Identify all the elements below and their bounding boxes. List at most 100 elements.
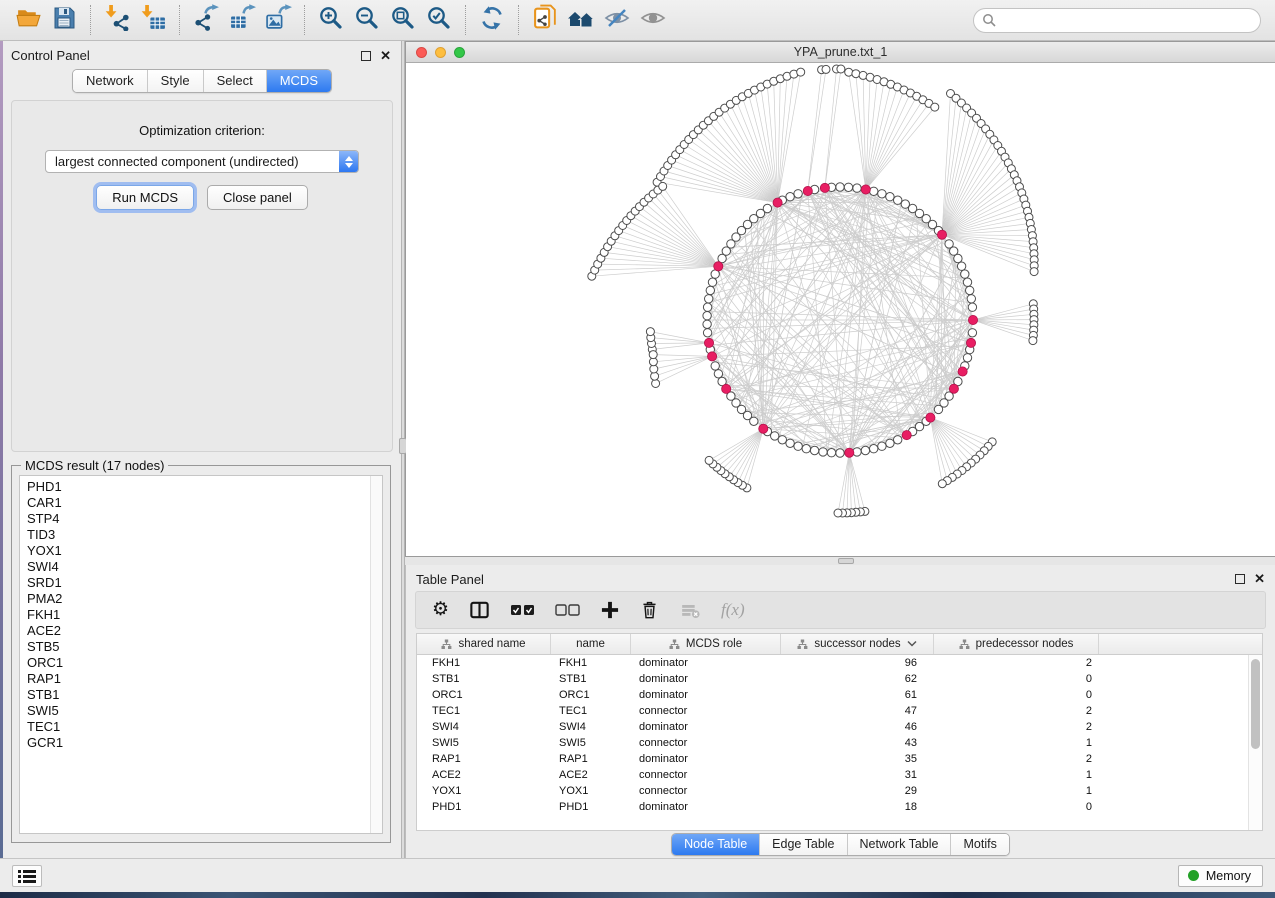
table-row[interactable]: YOX1YOX1connector291	[417, 783, 1262, 799]
delete-column-trash-icon[interactable]	[639, 599, 660, 621]
memory-button[interactable]: Memory	[1178, 865, 1263, 887]
cell-predecessor-nodes: 2	[934, 705, 1099, 717]
node-table-header: shared name name MCDS role successor nod…	[417, 634, 1262, 655]
column-header-predecessor-nodes[interactable]: predecessor nodes	[934, 634, 1099, 654]
tab-mcds[interactable]: MCDS	[266, 70, 331, 92]
optimization-criterion-value: largest connected component (undirected)	[55, 154, 299, 169]
mcds-result-item[interactable]: GCR1	[27, 735, 382, 751]
mcds-result-item[interactable]: TEC1	[27, 719, 382, 735]
task-history-button[interactable]	[12, 865, 42, 887]
zoom-selected-icon	[426, 5, 452, 36]
cell-name: SWI5	[551, 737, 631, 749]
control-panel-header: Control Panel ✕	[3, 41, 401, 65]
zoom-fit-button[interactable]	[385, 3, 421, 37]
mcds-result-item[interactable]: STB5	[27, 639, 382, 655]
table-row[interactable]: SWI4SWI4dominator462	[417, 719, 1262, 735]
mcds-result-item[interactable]: SRD1	[27, 575, 382, 591]
open-session-button[interactable]	[10, 3, 46, 37]
table-row[interactable]: ACE2ACE2connector311	[417, 767, 1262, 783]
table-row[interactable]: TEC1TEC1connector472	[417, 703, 1262, 719]
close-panel-icon[interactable]: ✕	[1254, 574, 1265, 584]
tab-network[interactable]: Network	[73, 70, 147, 92]
table-row[interactable]: FKH1FKH1dominator962	[417, 655, 1262, 671]
zoom-selected-button[interactable]	[421, 3, 457, 37]
mcds-result-item[interactable]: PMA2	[27, 591, 382, 607]
desktop-wallpaper-strip	[0, 892, 1275, 898]
table-scrollbar[interactable]	[1248, 655, 1262, 830]
node-table-body: FKH1FKH1dominator962STB1STB1dominator620…	[417, 655, 1262, 830]
mcds-result-item[interactable]: ACE2	[27, 623, 382, 639]
export-network-button[interactable]	[188, 3, 224, 37]
show-column-panel-icon[interactable]	[468, 599, 491, 622]
memory-label: Memory	[1206, 869, 1251, 883]
refresh-view-button[interactable]	[474, 3, 510, 37]
mcds-result-item[interactable]: RAP1	[27, 671, 382, 687]
column-header-name[interactable]: name	[551, 634, 631, 654]
table-row[interactable]: SWI5SWI5connector431	[417, 735, 1262, 751]
table-row[interactable]: ORC1ORC1dominator610	[417, 687, 1262, 703]
column-header-mcds-role[interactable]: MCDS role	[631, 634, 781, 654]
show-all-button[interactable]	[635, 3, 671, 37]
network-graph[interactable]	[406, 63, 1275, 556]
tab-motifs[interactable]: Motifs	[950, 834, 1008, 855]
tab-node-table[interactable]: Node Table	[672, 834, 759, 855]
create-column-plus-icon[interactable]	[600, 600, 620, 620]
two-houses-icon	[566, 5, 596, 36]
import-table-button[interactable]	[135, 3, 171, 37]
mcds-result-scrollbar[interactable]	[370, 476, 382, 833]
mcds-result-item[interactable]: YOX1	[27, 543, 382, 559]
cell-name: PHD1	[551, 801, 631, 813]
cell-predecessor-nodes: 2	[934, 753, 1099, 765]
clone-network-icon	[532, 4, 559, 36]
mcds-result-item[interactable]: PHD1	[27, 479, 382, 495]
search-input[interactable]	[973, 8, 1261, 33]
tab-style[interactable]: Style	[147, 70, 203, 92]
table-settings-gear-icon[interactable]: ⚙	[432, 600, 449, 620]
mcds-result-item[interactable]: ORC1	[27, 655, 382, 671]
clone-network-button[interactable]	[527, 3, 563, 37]
run-mcds-button[interactable]: Run MCDS	[96, 185, 194, 210]
import-network-button[interactable]	[99, 3, 135, 37]
float-panel-icon[interactable]	[1235, 574, 1245, 584]
cell-predecessor-nodes: 2	[934, 721, 1099, 733]
column-header-successor-nodes[interactable]: successor nodes	[781, 634, 934, 654]
select-all-columns-icon[interactable]	[510, 603, 536, 617]
export-table-button[interactable]	[224, 3, 260, 37]
mcds-result-item[interactable]: SWI4	[27, 559, 382, 575]
mcds-result-item[interactable]: CAR1	[27, 495, 382, 511]
close-panel-button[interactable]: Close panel	[207, 185, 308, 210]
table-row[interactable]: PHD1PHD1dominator180	[417, 799, 1262, 815]
splitter-grip[interactable]	[838, 558, 854, 564]
mcds-result-item[interactable]: STP4	[27, 511, 382, 527]
tab-select[interactable]: Select	[203, 70, 266, 92]
cell-successor-nodes: 31	[781, 769, 934, 781]
float-panel-icon[interactable]	[361, 51, 371, 61]
tab-edge-table[interactable]: Edge Table	[759, 834, 846, 855]
zoom-out-button[interactable]	[349, 3, 385, 37]
mcds-result-item[interactable]: SWI5	[27, 703, 382, 719]
mcds-result-item[interactable]: STB1	[27, 687, 382, 703]
table-row[interactable]: RAP1RAP1dominator352	[417, 751, 1262, 767]
save-session-button[interactable]	[46, 3, 82, 37]
cell-successor-nodes: 29	[781, 785, 934, 797]
export-image-button[interactable]	[260, 3, 296, 37]
optimization-criterion-select[interactable]: largest connected component (undirected)	[45, 150, 359, 173]
hide-selected-button[interactable]	[599, 3, 635, 37]
zoom-in-button[interactable]	[313, 3, 349, 37]
table-row[interactable]: STB1STB1dominator620	[417, 671, 1262, 687]
vertical-splitter[interactable]	[401, 41, 405, 858]
mcds-result-group: MCDS result (17 nodes) PHD1CAR1STP4TID3Y…	[11, 465, 391, 843]
mcds-result-item[interactable]: FKH1	[27, 607, 382, 623]
mcds-result-list[interactable]: PHD1CAR1STP4TID3YOX1SWI4SRD1PMA2FKH1ACE2…	[19, 475, 383, 834]
column-header-shared-name[interactable]: shared name	[417, 634, 551, 654]
tab-network-table[interactable]: Network Table	[847, 834, 951, 855]
horizontal-splitter[interactable]	[405, 557, 1275, 565]
first-neighbors-button[interactable]	[563, 3, 599, 37]
unselect-all-columns-icon[interactable]	[555, 603, 581, 617]
close-panel-icon[interactable]: ✕	[380, 51, 391, 61]
network-window-titlebar[interactable]: YPA_prune.txt_1	[406, 42, 1275, 63]
table-panel-header: Table Panel ✕	[406, 565, 1275, 588]
table-scrollbar-thumb[interactable]	[1251, 659, 1260, 749]
mcds-result-item[interactable]: TID3	[27, 527, 382, 543]
network-canvas[interactable]	[406, 63, 1275, 556]
